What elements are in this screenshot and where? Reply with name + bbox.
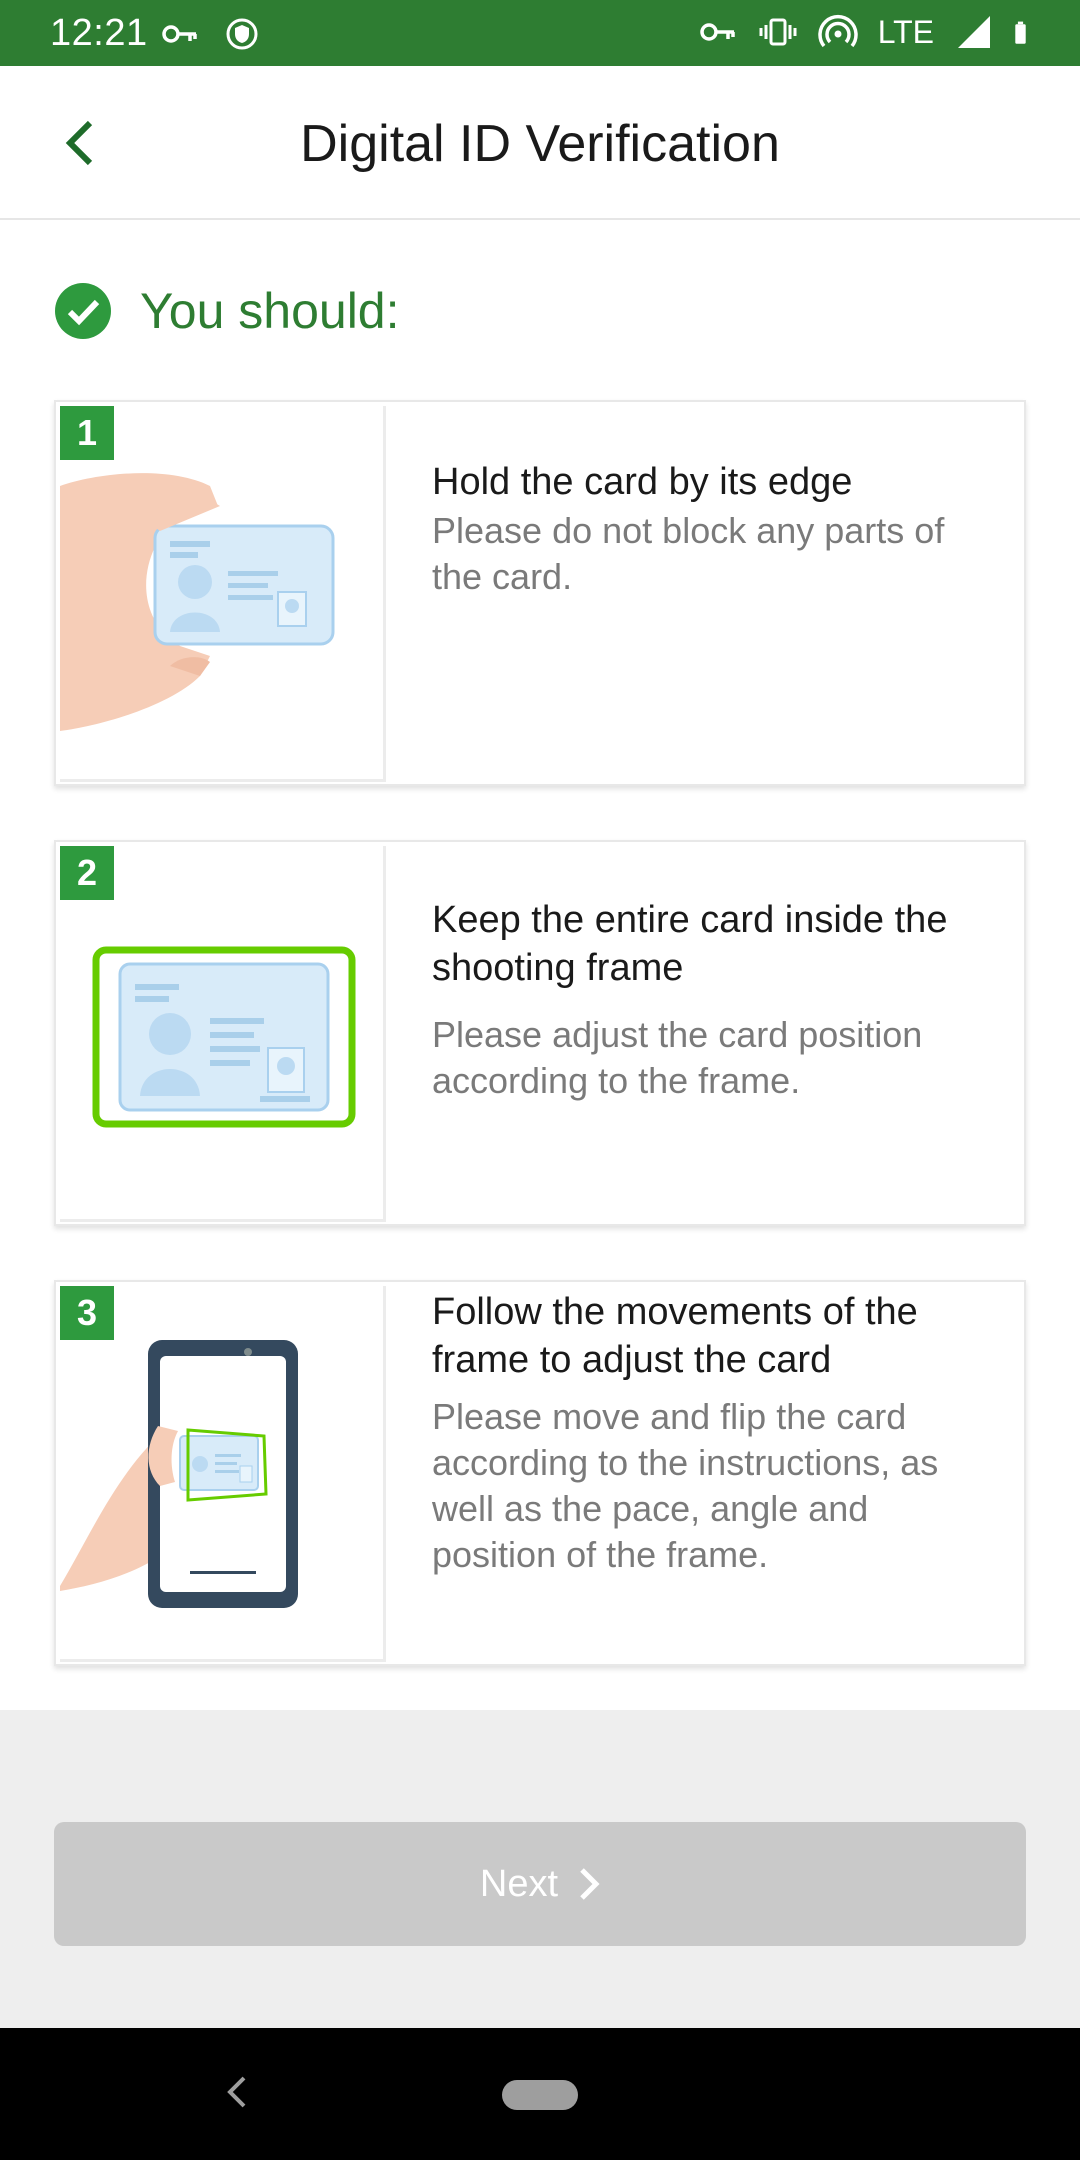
step-number-badge: 1 xyxy=(60,406,114,460)
key-icon xyxy=(160,14,200,54)
step-description: Please adjust the card position accordin… xyxy=(432,1014,923,1101)
card-in-frame-illustration: 2 xyxy=(60,846,386,1222)
step-heading: Hold the card by its edge xyxy=(432,461,853,503)
vpn-key-icon xyxy=(698,12,738,52)
next-button[interactable]: Next xyxy=(54,1822,1026,1946)
page-title: Digital ID Verification xyxy=(300,115,780,173)
signal-icon xyxy=(954,12,994,52)
battery-icon xyxy=(1014,12,1040,52)
shield-icon xyxy=(222,14,262,54)
check-circle-icon xyxy=(55,283,111,339)
hand-holding-card-illustration: 1 xyxy=(60,406,386,782)
status-bar: 12:21 LTE xyxy=(0,0,1080,66)
system-navigation-bar xyxy=(0,2028,1080,2160)
step-heading: Keep the entire card inside the shooting… xyxy=(432,899,948,989)
section-header: You should: xyxy=(54,282,400,340)
step-description: Please move and flip the card according … xyxy=(432,1396,939,1575)
step-heading: Follow the movements of the frame to adj… xyxy=(432,1291,918,1381)
footer: Next xyxy=(0,1710,1080,2028)
network-type: LTE xyxy=(877,13,934,50)
nav-home-pill[interactable] xyxy=(502,2080,578,2110)
step-description: Please do not block any parts of the car… xyxy=(432,510,945,597)
step-card-1: 1 Hold the card by its edge Please do no… xyxy=(54,400,1026,786)
section-title: You should: xyxy=(140,283,400,339)
hotspot-icon xyxy=(818,12,858,52)
step-card-3: 3 Follow the movements of the frame to a… xyxy=(54,1280,1026,1666)
phone-scanning-card-illustration: 3 xyxy=(60,1286,386,1662)
chevron-right-icon xyxy=(580,1868,600,1900)
step-number-badge: 2 xyxy=(60,846,114,900)
app-bar: Digital ID Verification xyxy=(0,66,1080,220)
step-card-2: 2 Keep the entire card inside the shooti… xyxy=(54,840,1026,1226)
status-time: 12:21 xyxy=(50,12,148,54)
vibrate-icon xyxy=(758,12,798,52)
next-button-label: Next xyxy=(479,1862,559,1905)
step-number-badge: 3 xyxy=(60,1286,114,1340)
nav-back-icon[interactable] xyxy=(222,2072,252,2112)
